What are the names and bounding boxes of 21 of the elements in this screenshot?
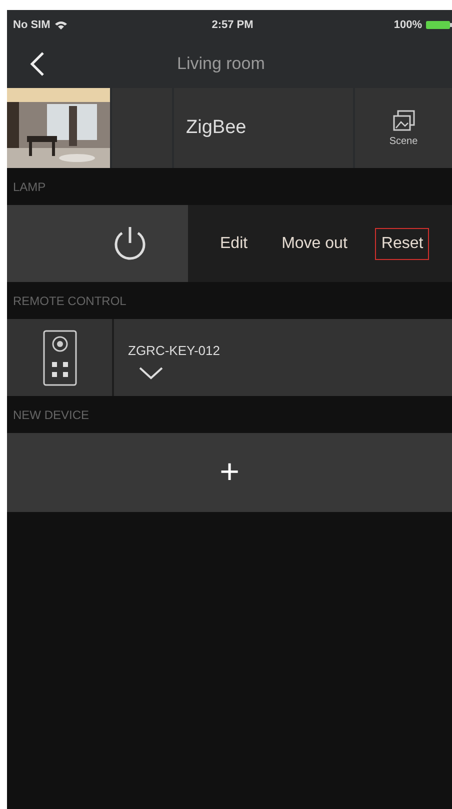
- chevron-left-icon: [29, 51, 45, 77]
- protocol-tile: ZigBee: [174, 88, 353, 168]
- carrier-label: No SIM: [13, 19, 50, 31]
- add-device-button[interactable]: +: [7, 433, 452, 512]
- battery-icon: [426, 20, 452, 30]
- chevron-down-icon: [138, 366, 164, 380]
- reset-button[interactable]: Reset: [375, 228, 430, 260]
- action-button[interactable]: Move out: [276, 228, 354, 260]
- section-title: NEW DEVICE: [13, 408, 90, 422]
- section-title: LAMP: [13, 180, 46, 194]
- page-title: Living room: [177, 54, 265, 74]
- time-label: 2:57 PM: [212, 19, 254, 31]
- power-icon[interactable]: [112, 224, 148, 262]
- wifi-icon: [54, 20, 68, 30]
- device-name-button[interactable]: ZGRC-KEY-012: [114, 319, 452, 396]
- section-title: REMOTE CONTROL: [13, 294, 126, 308]
- scene-button[interactable]: Scene: [355, 88, 452, 168]
- pictures-icon: [392, 110, 416, 132]
- action-button[interactable]: Edit: [214, 228, 254, 260]
- remote-icon: [42, 330, 76, 386]
- battery-label: 100%: [394, 19, 422, 31]
